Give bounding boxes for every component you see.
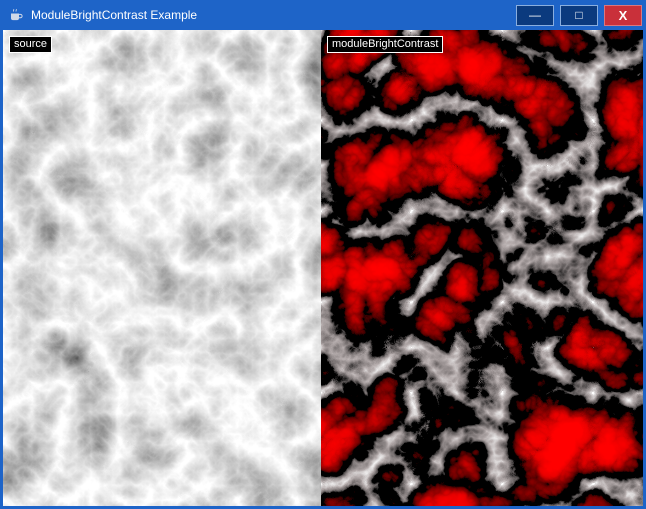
source-panel-label: source <box>9 36 52 53</box>
window-title: ModuleBrightContrast Example <box>31 8 516 22</box>
app-window: ModuleBrightContrast Example — □ X <box>0 0 646 509</box>
java-coffee-cup-icon <box>8 7 24 23</box>
window-controls: — □ X <box>516 5 642 26</box>
source-panel: source <box>3 30 321 506</box>
source-image <box>3 30 321 506</box>
output-panel-label: moduleBrightContrast <box>327 36 443 53</box>
output-image <box>321 30 643 506</box>
close-button[interactable]: X <box>604 5 642 26</box>
minimize-button[interactable]: — <box>516 5 554 26</box>
titlebar[interactable]: ModuleBrightContrast Example — □ X <box>0 0 646 30</box>
output-panel: moduleBrightContrast <box>321 30 643 506</box>
content-area: source moduleBrigh <box>3 30 643 506</box>
maximize-button[interactable]: □ <box>560 5 598 26</box>
